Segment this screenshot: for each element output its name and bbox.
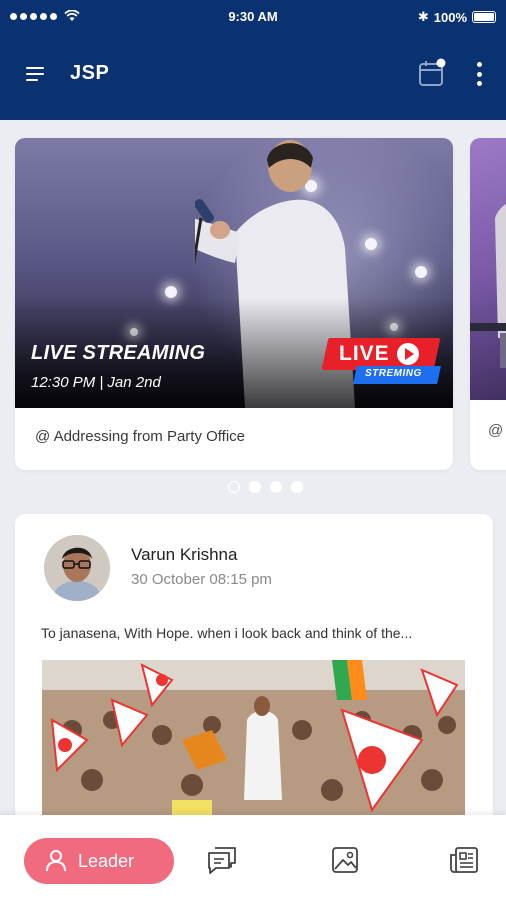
bluetooth-icon: ✱ xyxy=(417,9,429,24)
post-author[interactable]: Varun Krishna xyxy=(131,545,237,565)
carousel-dot[interactable] xyxy=(291,481,303,493)
battery-percent: 100% xyxy=(433,9,467,25)
next-live-image xyxy=(470,138,506,400)
live-stream-card[interactable]: LIVE STREAMING 12:30 PM | Jan 2nd LIVE S… xyxy=(15,138,453,470)
more-vertical-icon[interactable] xyxy=(472,60,486,88)
carousel-dot[interactable] xyxy=(270,481,282,493)
live-time: 12:30 PM | Jan 2nd xyxy=(31,374,161,391)
live-streaming-badge: LIVE STREMING xyxy=(321,338,441,386)
post-text[interactable]: To janasena, With Hope. when i look back… xyxy=(41,625,412,641)
gallery-icon[interactable] xyxy=(330,845,362,875)
live-caption: @ Addressing from Party Office xyxy=(35,428,246,445)
post-date: 30 October 08:15 pm xyxy=(131,571,272,588)
user-icon xyxy=(46,850,66,872)
carousel-dot[interactable] xyxy=(228,481,240,493)
bottom-navigation: Leader xyxy=(0,815,506,900)
avatar[interactable] xyxy=(44,535,110,601)
nav-leader-button[interactable]: Leader xyxy=(24,838,174,884)
status-bar: 9:30 AM ✱ 100% xyxy=(0,0,506,34)
battery-icon xyxy=(472,11,496,23)
news-icon[interactable] xyxy=(448,845,480,875)
live-title: LIVE STREAMING xyxy=(31,342,206,364)
menu-icon[interactable] xyxy=(26,67,46,83)
live-badge-label: LIVE xyxy=(339,342,390,365)
play-icon xyxy=(397,343,419,365)
app-title: JSP xyxy=(70,62,110,84)
live-badge-sublabel: STREMING xyxy=(365,368,422,379)
carousel-pagination xyxy=(228,481,303,493)
next-live-caption: @ xyxy=(488,422,504,439)
post-card[interactable]: Varun Krishna 30 October 08:15 pm To jan… xyxy=(15,514,493,844)
nav-leader-label: Leader xyxy=(78,850,135,871)
calendar-icon[interactable] xyxy=(418,58,446,88)
carousel-dot[interactable] xyxy=(249,481,261,493)
app-bar: JSP xyxy=(0,34,506,120)
chat-icon[interactable] xyxy=(206,845,238,875)
next-live-card[interactable]: @ xyxy=(470,138,506,470)
